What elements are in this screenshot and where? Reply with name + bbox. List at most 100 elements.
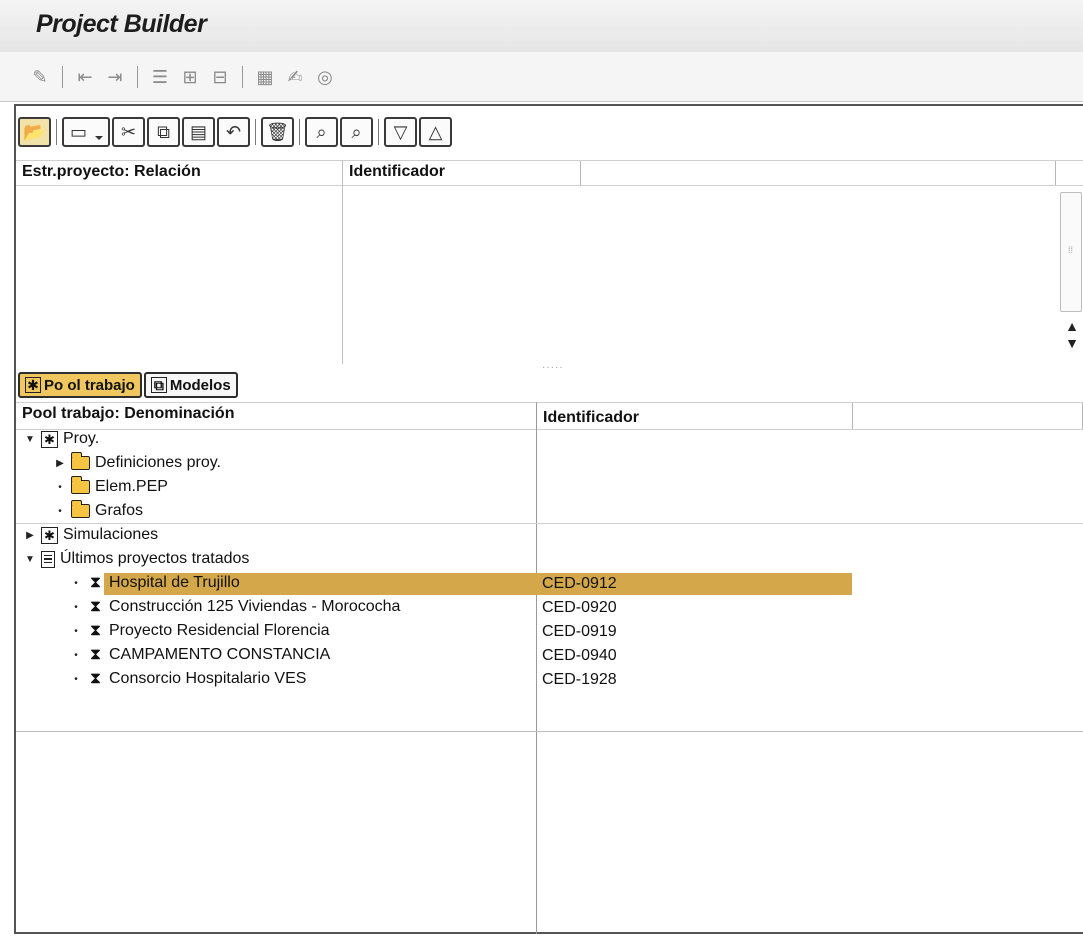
list-icon[interactable]: ☰ [148,65,172,89]
pool-col-denominacion[interactable]: Pool trabajo: Denominación [16,403,537,429]
tab-pool-trabajo[interactable]: ✱ Po ol trabajo [18,372,142,398]
tree-node-project[interactable]: • ⧗ Consorcio Hospitalario VES CED-1928 [16,668,1083,692]
pool-col-identifier[interactable]: Identificador [537,403,853,429]
delete-icon: 🗑 [266,122,289,142]
collapse-button[interactable]: △ [419,117,452,147]
delete-button[interactable]: 🗑 [261,117,294,147]
tree-node-project[interactable]: • ⧗ Hospital de Trujillo CED-0912 [16,572,1083,596]
settings-icon[interactable]: ✎ [28,65,52,89]
leaf-bullet-icon: • [74,673,78,685]
tab-label: Modelos [169,376,231,394]
tree-label: Simulaciones [63,526,159,543]
structure-toolbar: 📂 ▭ ✂ ⧉ ▤ ↶ 🗑 ⌕ ⌕ ▽ △ [18,114,452,150]
toolbar-separator [378,119,379,145]
project-icon: ⧗ [89,622,102,639]
structure-col-extra[interactable] [581,161,1056,185]
tab-modelos[interactable]: ⧉ Modelos [143,372,238,398]
tree-label: Definiciones proy. [95,454,221,471]
tree-node-elem-pep[interactable]: • Elem.PEP [16,476,1083,500]
project-icon: ⧗ [89,670,102,687]
structure-col-relation[interactable]: Estr.proyecto: Relación [16,161,343,185]
tree-label: Últimos proyectos tratados [60,550,250,567]
new-document-icon: ▭ [70,122,88,142]
copy-icon: ⧉ [150,377,167,393]
pool-col-extra[interactable] [853,403,1083,429]
tree-node-ultimos[interactable]: ▼ Últimos proyectos tratados [16,548,1083,572]
tree-label: Grafos [95,502,144,519]
copy-icon: ⧉ [157,122,170,142]
toolbar-separator [242,65,243,88]
collapse-arrow-icon[interactable]: ▼ [24,434,36,445]
expand-arrow-icon[interactable]: ▶ [24,530,36,541]
cut-button[interactable]: ✂ [112,117,145,147]
project-identifier: CED-0940 [542,647,617,664]
open-folder-icon: 📂 [23,122,46,142]
move-right-icon[interactable]: ⇥ [103,65,127,89]
collapse-arrow-icon[interactable]: ▼ [24,554,36,565]
tree-node-definiciones[interactable]: ▶ Definiciones proy. [16,452,1083,476]
structure-tree-area[interactable] [16,186,1083,362]
asterisk-icon: ✱ [25,377,41,393]
find-next-button[interactable]: ⌕ [340,117,373,147]
vertical-scrollbar[interactable]: ⁞⁞ [1060,192,1082,312]
scroll-up-icon[interactable]: ▲ [1061,318,1083,335]
expand-icon: ▽ [393,122,408,142]
toolbar-separator [137,65,138,88]
structure-icon[interactable]: ⊟ [208,65,232,89]
folder-icon [70,500,90,518]
splitter-handle[interactable]: ····· [542,362,564,373]
project-icon: ⧗ [89,574,102,591]
move-left-icon[interactable]: ⇤ [73,65,97,89]
help-icon[interactable]: ◎ [313,65,337,89]
table-icon[interactable]: ▦ [253,65,277,89]
cut-icon: ✂ [120,122,137,142]
find-button[interactable]: ⌕ [305,117,338,147]
project-name: CAMPAMENTO CONSTANCIA [109,646,331,663]
hierarchy-icon[interactable]: ⊞ [178,65,202,89]
structure-col-identifier[interactable]: Identificador [343,161,581,185]
project-name: Consorcio Hospitalario VES [109,670,307,687]
undo-button[interactable]: ↶ [217,117,250,147]
folder-icon [70,476,90,494]
toolbar-separator [255,119,256,145]
toolbar-separator [56,119,57,145]
pool-header: Pool trabajo: Denominación Identificador [16,402,1083,430]
leaf-bullet-icon: • [58,481,62,493]
project-icon: ⧗ [89,598,102,615]
tree-node-simulaciones[interactable]: ▶ ✱ Simulaciones [16,524,1083,548]
project-name: Construcción 125 Viviendas - Morococha [109,598,401,615]
tree-node-grafos[interactable]: • Grafos [16,500,1083,524]
asterisk-icon: ✱ [41,526,58,544]
undo-icon: ↶ [225,122,242,142]
document-icon [41,550,55,568]
scroll-arrows: ▲ ▼ [1061,318,1083,352]
app-title: Project Builder [36,10,207,38]
expand-button[interactable]: ▽ [384,117,417,147]
tree-node-project[interactable]: • ⧗ Construcción 125 Viviendas - Morococ… [16,596,1083,620]
new-document-button[interactable]: ▭ [62,117,110,147]
find-next-icon: ⌕ [351,122,362,142]
copy-button[interactable]: ⧉ [147,117,180,147]
tree-node-proy[interactable]: ▼ ✱ Proy. [16,428,1083,452]
app-toolbar: ✎ ⇤ ⇥ ☰ ⊞ ⊟ ▦ ✍ ◎ [0,52,1083,102]
toolbar-separator [62,65,63,88]
pool-tabs: ✱ Po ol trabajo ⧉ Modelos [18,372,238,398]
structure-header: Estr.proyecto: Relación Identificador [16,160,1083,186]
project-identifier: CED-1928 [542,671,617,688]
project-identifier: CED-0912 [542,575,617,592]
edit-icon[interactable]: ✍ [283,65,307,89]
expand-arrow-icon[interactable]: ▶ [54,458,66,469]
tree-node-project[interactable]: • ⧗ CAMPAMENTO CONSTANCIA CED-0940 [16,644,1083,668]
scroll-down-icon[interactable]: ▼ [1061,335,1083,352]
project-identifier: CED-0920 [542,599,617,616]
project-icon: ⧗ [89,646,102,663]
project-name: Hospital de Trujillo [109,574,240,591]
leaf-bullet-icon: • [74,577,78,589]
leaf-bullet-icon: • [58,505,62,517]
title-bar: Project Builder [0,0,1083,52]
tab-label: Po ol trabajo [44,376,135,394]
open-folder-button[interactable]: 📂 [18,117,51,147]
scrollbar-grip-icon: ⁞⁞ [1068,245,1074,255]
paste-button[interactable]: ▤ [182,117,215,147]
tree-node-project[interactable]: • ⧗ Proyecto Residencial Florencia CED-0… [16,620,1083,644]
